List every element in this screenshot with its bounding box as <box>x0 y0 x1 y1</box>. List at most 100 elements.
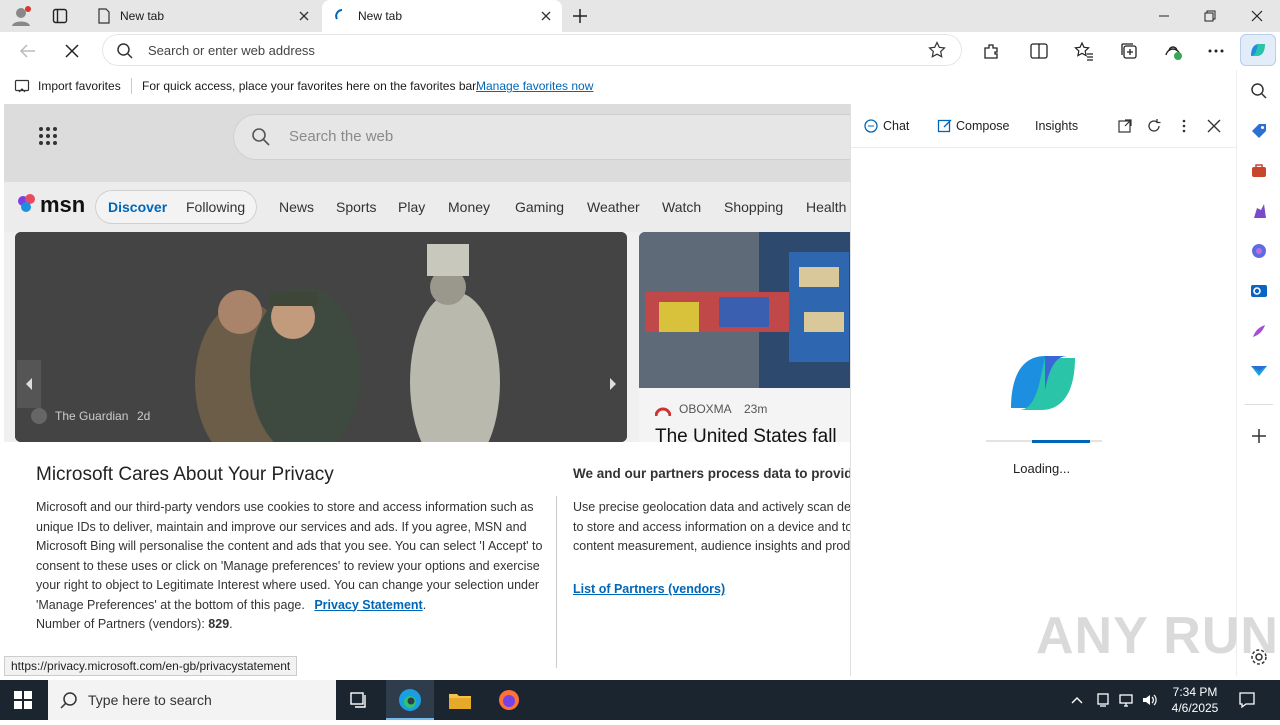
source-logo-icon <box>654 404 672 422</box>
file-explorer-icon[interactable] <box>448 690 472 715</box>
browser-essentials-icon[interactable] <box>1163 41 1183 61</box>
tab-actions-icon[interactable] <box>52 8 68 24</box>
web-search-box[interactable]: Search the web <box>233 114 850 160</box>
address-bar[interactable]: Search or enter web address <box>102 34 962 66</box>
close-tab-icon[interactable] <box>296 8 312 24</box>
msn-logo-text: msn <box>40 192 86 217</box>
msn-nav-bar: msn Discover Following News Sports Play … <box>4 182 850 232</box>
shopping-tag-icon[interactable] <box>1250 122 1268 145</box>
copilot-button[interactable] <box>1240 34 1276 66</box>
microsoft-365-icon[interactable] <box>1250 242 1268 265</box>
collections-icon[interactable] <box>1119 41 1139 61</box>
side-rail <box>1236 70 1280 676</box>
search-icon <box>116 42 134 65</box>
nav-news[interactable]: News <box>279 199 314 215</box>
nav-money[interactable]: Money <box>448 199 490 215</box>
import-favorites-button[interactable]: Import favorites <box>38 79 121 93</box>
drop-icon[interactable] <box>1250 362 1268 385</box>
hero-news-card[interactable]: The Guardian 2d <box>15 232 627 442</box>
extensions-icon[interactable] <box>981 41 1001 61</box>
edge-taskbar-icon[interactable] <box>386 680 434 720</box>
partners-count-label: Number of Partners (vendors): <box>36 617 209 631</box>
news-card[interactable]: OBOXMA 23m The United States fall <box>639 232 850 442</box>
taskbar-search[interactable]: Type here to search <box>48 680 336 720</box>
new-tab-button[interactable] <box>570 6 590 26</box>
refresh-icon[interactable] <box>1146 118 1162 139</box>
stop-loading-icon[interactable] <box>62 41 82 61</box>
split-screen-icon[interactable] <box>1029 41 1049 61</box>
card-source: The Guardian <box>55 409 129 423</box>
watermark: ANY RUN <box>1036 607 1279 665</box>
nav-discover[interactable]: Discover <box>108 199 167 215</box>
nav-following[interactable]: Following <box>186 199 245 215</box>
nav-sports[interactable]: Sports <box>336 199 376 215</box>
clock[interactable]: 7:34 PM 4/6/2025 <box>1160 684 1230 716</box>
loading-progress-fill <box>1032 440 1090 443</box>
search-icon[interactable] <box>1250 82 1268 105</box>
back-icon[interactable] <box>18 41 38 61</box>
favorites-bar: Import favorites For quick access, place… <box>0 70 1280 102</box>
notifications-icon[interactable] <box>1238 691 1256 714</box>
tab-new-tab-1[interactable]: New tab <box>84 0 320 32</box>
taskbar-search-placeholder: Type here to search <box>88 692 212 708</box>
news-image <box>639 232 850 388</box>
tools-icon[interactable] <box>1250 162 1268 185</box>
privacy-statement-link[interactable]: Privacy Statement <box>314 598 422 612</box>
minimize-button[interactable] <box>1156 8 1172 24</box>
nav-gaming[interactable]: Gaming <box>515 199 564 215</box>
tab-label: New tab <box>120 9 165 23</box>
msn-header: Search the web <box>4 104 850 182</box>
favorites-icon[interactable] <box>1074 41 1094 61</box>
network-icon[interactable] <box>1118 692 1134 713</box>
designer-icon[interactable] <box>1250 322 1268 345</box>
card-age: 2d <box>137 409 151 423</box>
nav-health[interactable]: Health <box>806 199 846 215</box>
games-icon[interactable] <box>1250 202 1268 225</box>
close-window-button[interactable] <box>1249 8 1265 24</box>
outlook-icon[interactable] <box>1250 282 1268 305</box>
nav-play[interactable]: Play <box>398 199 425 215</box>
show-hidden-icons-icon[interactable] <box>1070 693 1084 712</box>
favorites-hint: For quick access, place your favorites h… <box>142 79 479 93</box>
carousel-prev-button[interactable] <box>17 360 41 408</box>
add-icon[interactable] <box>1250 427 1268 450</box>
browser-toolbar: Search or enter web address <box>0 32 1280 70</box>
privacy-body: Microsoft and our third-party vendors us… <box>36 500 543 631</box>
volume-icon[interactable] <box>1141 692 1159 713</box>
profile-avatar[interactable] <box>10 5 32 27</box>
more-options-icon[interactable] <box>1176 118 1192 139</box>
tab-new-tab-2[interactable]: New tab <box>322 0 562 32</box>
task-view-icon[interactable] <box>350 691 370 714</box>
firefox-icon[interactable] <box>497 688 521 717</box>
open-in-new-tab-icon[interactable] <box>1117 118 1133 139</box>
search-icon <box>251 127 271 151</box>
compose-icon <box>937 118 953 139</box>
loading-spinner-icon <box>334 8 350 24</box>
close-tab-icon[interactable] <box>538 8 554 24</box>
address-input[interactable]: Search or enter web address <box>148 43 315 58</box>
apps-grid-icon[interactable] <box>38 126 58 151</box>
partners-count: 829 <box>208 617 230 631</box>
card-source: OBOXMA <box>679 402 732 416</box>
card-age: 23m <box>744 402 768 416</box>
manage-favorites-link[interactable]: Manage favorites now <box>476 79 593 93</box>
nav-watch[interactable]: Watch <box>662 199 701 215</box>
tab-compose[interactable]: Compose <box>956 119 1010 133</box>
list-of-partners-link[interactable]: List of Partners (vendors) <box>573 580 850 600</box>
restore-button[interactable] <box>1202 8 1218 24</box>
nav-shopping[interactable]: Shopping <box>724 199 783 215</box>
close-icon[interactable] <box>1206 118 1222 139</box>
page-icon <box>96 8 112 24</box>
device-icon[interactable] <box>1095 692 1111 713</box>
taskbar: Type here to search 7:34 PM 4/6/2025 <box>0 680 1280 720</box>
nav-weather[interactable]: Weather <box>587 199 640 215</box>
import-favorites-icon <box>14 78 30 97</box>
favorite-star-icon[interactable] <box>928 41 946 64</box>
more-options-icon[interactable] <box>1206 41 1226 61</box>
tab-chat[interactable]: Chat <box>883 119 909 133</box>
tab-insights[interactable]: Insights <box>1035 119 1078 133</box>
partners-title: We and our partners process data to prov… <box>573 466 850 481</box>
web-search-placeholder: Search the web <box>289 128 394 145</box>
windows-start-icon[interactable] <box>14 691 32 714</box>
carousel-next-button[interactable] <box>601 360 625 408</box>
